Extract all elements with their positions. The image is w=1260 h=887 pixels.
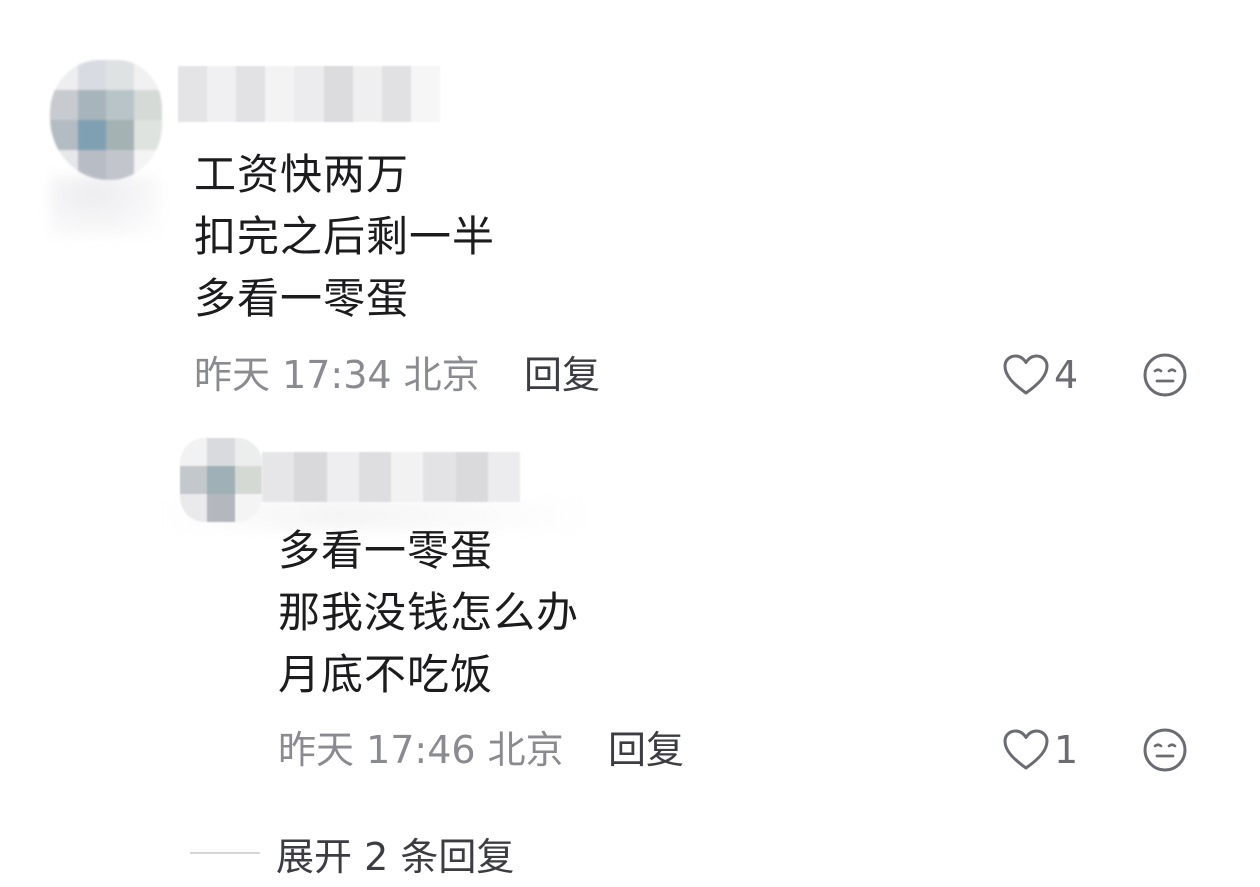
like-count: 1 (1054, 728, 1079, 772)
comment-text-line: 月底不吃饭 (278, 650, 494, 699)
comment-text-line: 那我没钱怎么办 (278, 588, 580, 637)
heart-outline-icon (1003, 354, 1049, 395)
reaction-button[interactable] (1142, 727, 1188, 773)
comment-timestamp-location: 昨天 17:34 北京 (194, 353, 480, 397)
username-redacted[interactable] (178, 66, 440, 122)
reaction-button[interactable] (1142, 352, 1188, 398)
expand-replies-label: 展开 2 条回复 (276, 834, 515, 879)
avatar[interactable] (180, 438, 262, 522)
comment-text-line: 扣完之后剩一半 (194, 212, 496, 261)
comment-text-line: 多看一零蛋 (278, 526, 494, 575)
avatar[interactable] (50, 60, 162, 180)
divider-line (190, 852, 260, 854)
reply-button[interactable]: 回复 (524, 350, 600, 400)
like-button[interactable]: 4 (1002, 350, 1078, 400)
comment-text-line: 多看一零蛋 (194, 274, 410, 323)
expand-replies-button[interactable]: 展开 2 条回复 (190, 826, 514, 880)
comment-timestamp-location: 昨天 17:46 北京 (278, 728, 564, 772)
neutral-face-icon (1143, 353, 1187, 397)
comment-text-line: 工资快两万 (194, 150, 410, 199)
reply-button[interactable]: 回复 (608, 725, 684, 775)
heart-outline-icon (1003, 729, 1049, 770)
like-button[interactable]: 1 (1002, 725, 1078, 775)
avatar-shadow (50, 176, 160, 236)
neutral-face-icon (1143, 728, 1187, 772)
like-count: 4 (1054, 353, 1079, 397)
username-redacted[interactable] (262, 452, 520, 502)
